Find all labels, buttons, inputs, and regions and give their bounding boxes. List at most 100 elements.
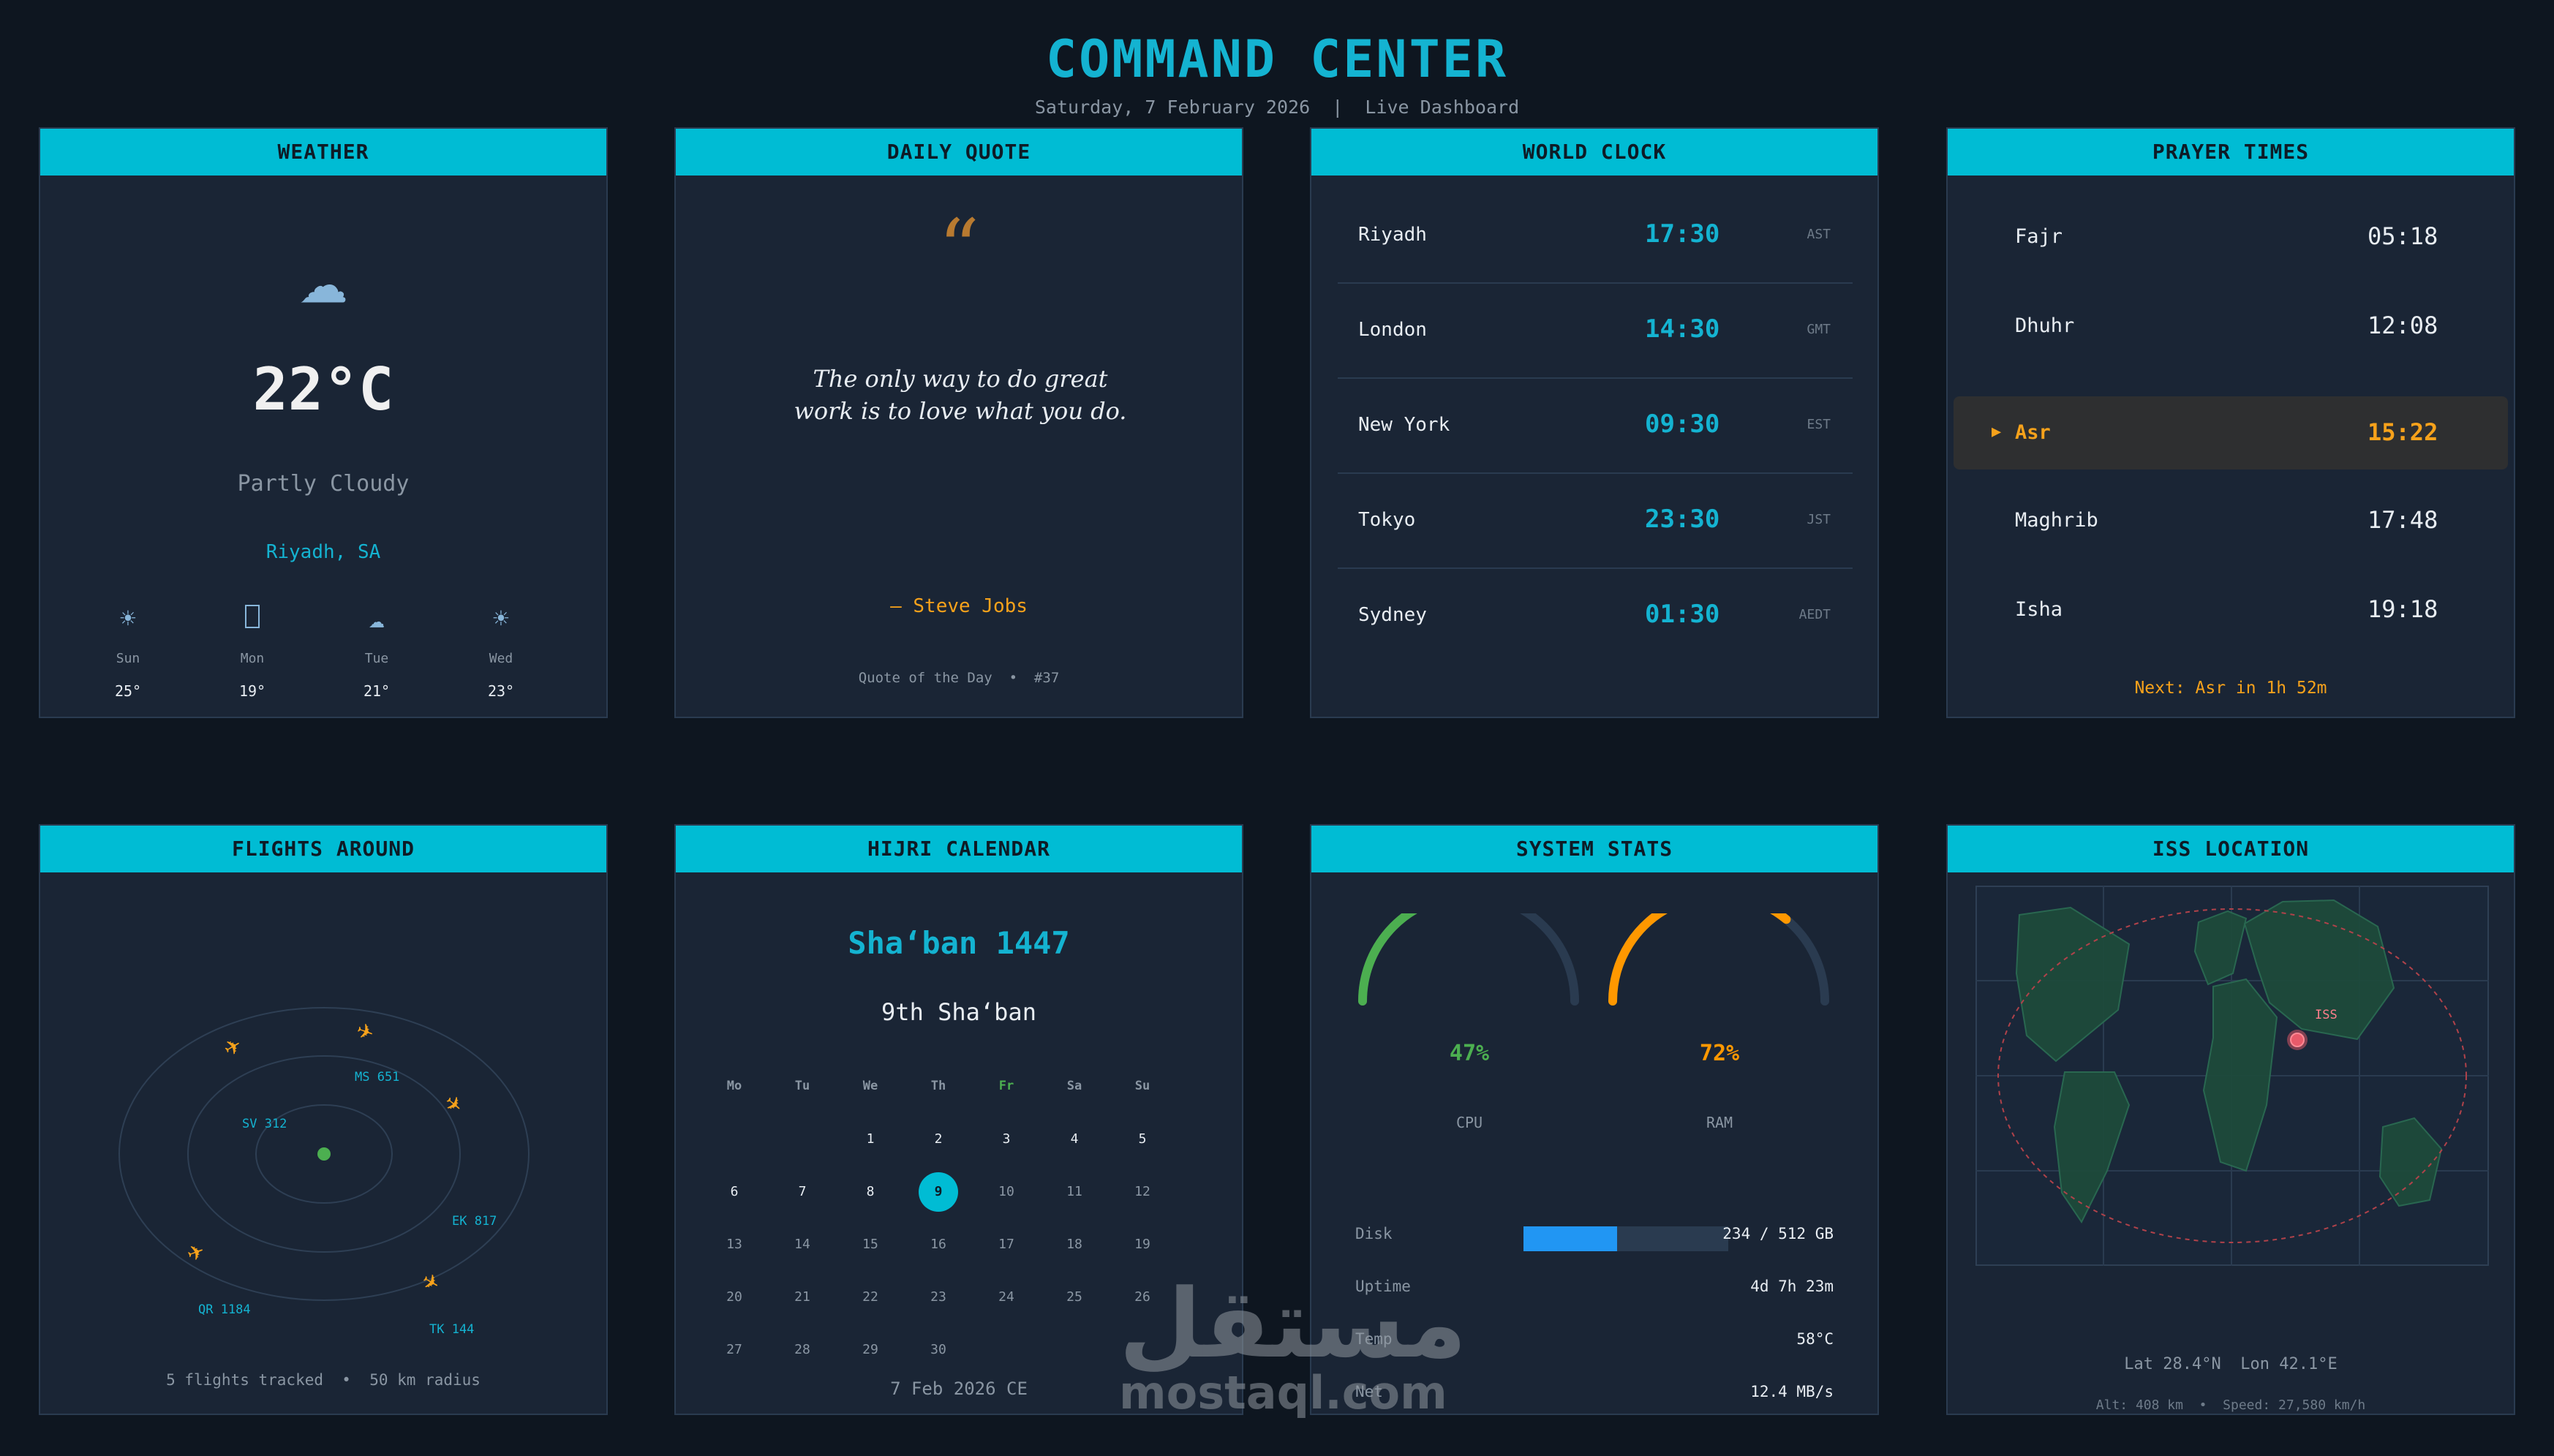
calendar-day[interactable]: 12: [1113, 1184, 1172, 1199]
calendar-day[interactable]: 13: [705, 1237, 764, 1252]
calendar-day[interactable]: 15: [841, 1237, 900, 1252]
ram-value: 72%: [1699, 1041, 1740, 1066]
calendar-weekday: Sa: [1066, 1079, 1082, 1093]
mostaql-watermark: مستقل mostaql.com: [1119, 1268, 1467, 1419]
calendar-day[interactable]: 19: [1113, 1237, 1172, 1252]
prayer-time: 15:22: [2367, 418, 2438, 446]
calendar-day[interactable]: 21: [773, 1289, 832, 1305]
calendar-weekday: Su: [1134, 1079, 1150, 1093]
calendar-day[interactable]: 6: [705, 1184, 764, 1199]
calendar-day[interactable]: 25: [1045, 1289, 1104, 1305]
clock-row: New York 09:30 EST: [1338, 379, 1853, 474]
world-clock-panel: WORLD CLOCK Riyadh 17:30 AST London 14:3…: [1310, 127, 1879, 718]
quote-author: — Steve Jobs: [890, 595, 1028, 617]
clock-city: London: [1358, 319, 1427, 341]
calendar-day[interactable]: 24: [977, 1289, 1036, 1305]
flights-footer: 5 flights tracked • 50 km radius: [166, 1371, 481, 1389]
unknown-glyph-icon: [216, 604, 289, 638]
prayer-row: Dhuhr 12:08: [1954, 290, 2508, 361]
calendar-weekday: We: [862, 1079, 878, 1093]
calendar-day[interactable]: 16: [909, 1237, 968, 1252]
plane-icon: ✈: [353, 1018, 377, 1046]
forecast-day-label: Mon: [240, 651, 265, 666]
iss-telemetry: Alt: 408 km • Speed: 27,580 km/h: [2095, 1397, 2366, 1413]
calendar-day[interactable]: 17: [977, 1237, 1036, 1252]
quote-heading: DAILY QUOTE: [676, 129, 1242, 176]
weather-condition: Partly Cloudy: [237, 471, 410, 497]
prayer-row: Isha 19:18: [1954, 573, 2508, 645]
calendar-day[interactable]: 20: [705, 1289, 764, 1305]
quote-footer: Quote of the Day • #37: [858, 670, 1060, 686]
cpu-value: 47%: [1449, 1041, 1490, 1066]
prayer-time: 17:48: [2367, 506, 2438, 534]
calendar-weekday: Th: [930, 1079, 946, 1093]
plane-icon: ✈: [219, 1033, 246, 1062]
prayer-row: Maghrib 17:48: [1954, 484, 2508, 556]
calendar-day-today[interactable]: 9: [909, 1184, 968, 1199]
calendar-day[interactable]: 5: [1113, 1131, 1172, 1147]
calendar-day[interactable]: 10: [977, 1184, 1036, 1199]
dashboard-header: COMMAND CENTER Saturday, 7 February 2026…: [0, 28, 2554, 118]
temp-value: 58°C: [1796, 1330, 1834, 1348]
calendar-weekday: Mo: [726, 1079, 742, 1093]
ram-gauge: [1608, 913, 1829, 1006]
weather-heading: WEATHER: [40, 129, 606, 176]
clock-timezone: JST: [1807, 512, 1831, 527]
iss-marker-label: ISS: [2315, 1008, 2338, 1022]
forecast-day: Mon 19°: [216, 604, 289, 700]
watermark-arabic: مستقل: [1119, 1268, 1467, 1379]
plane-icon: ✈: [418, 1267, 445, 1297]
calendar-day[interactable]: 14: [773, 1237, 832, 1252]
disk-usage-bar: [1523, 1226, 1728, 1251]
clock-city: Sydney: [1358, 604, 1427, 626]
calendar-day[interactable]: 30: [909, 1342, 968, 1357]
calendar-day[interactable]: 11: [1045, 1184, 1104, 1199]
prayer-name: Asr: [2015, 421, 2051, 444]
world-clock-heading: WORLD CLOCK: [1311, 129, 1877, 176]
iss-world-map: ISS: [1975, 886, 2489, 1266]
calendar-day[interactable]: 2: [909, 1131, 968, 1147]
forecast-day: ☀ Sun 25°: [91, 604, 165, 700]
prayer-name: Isha: [2015, 598, 2063, 621]
flight-label: MS 651: [355, 1070, 399, 1085]
calendar-day[interactable]: 27: [705, 1342, 764, 1357]
cloud-icon: ☁: [298, 228, 348, 322]
calendar-day[interactable]: 29: [841, 1342, 900, 1357]
ram-gauge-fill: [1608, 913, 1791, 1006]
calendar-day[interactable]: 8: [841, 1184, 900, 1199]
clock-city: New York: [1358, 414, 1450, 436]
weather-temperature: 22°C: [252, 355, 394, 423]
radar-center-dot: [317, 1147, 331, 1161]
calendar-day[interactable]: 7: [773, 1184, 832, 1199]
forecast-day: ☀ Wed 23°: [464, 604, 538, 700]
sun-icon: ☀: [120, 604, 136, 634]
flights-heading: FLIGHTS AROUND: [40, 826, 606, 872]
calendar-day[interactable]: 1: [841, 1131, 900, 1147]
calendar-day[interactable]: 28: [773, 1342, 832, 1357]
uptime-value: 4d 7h 23m: [1750, 1278, 1834, 1295]
plane-icon: ✈: [440, 1090, 468, 1119]
prayer-row: Fajr 05:18: [1954, 200, 2508, 272]
calendar-day[interactable]: 4: [1045, 1131, 1104, 1147]
ram-label: RAM: [1706, 1114, 1733, 1131]
net-value: 12.4 MB/s: [1750, 1383, 1834, 1400]
calendar-day[interactable]: 22: [841, 1289, 900, 1305]
prayer-times-panel: PRAYER TIMES Fajr 05:18 Dhuhr 12:08 ▶ As…: [1946, 127, 2515, 718]
clock-time: 23:30: [1645, 505, 1720, 534]
calendar-day[interactable]: 18: [1045, 1237, 1104, 1252]
clock-timezone: EST: [1807, 417, 1831, 432]
clock-row: Riyadh 17:30 AST: [1338, 189, 1853, 284]
weather-panel: WEATHER ☁ 22°C Partly Cloudy Riyadh, SA …: [39, 127, 608, 718]
forecast-day-temp: 25°: [114, 682, 142, 700]
clock-timezone: AST: [1807, 227, 1831, 242]
clock-city: Tokyo: [1358, 509, 1416, 531]
calendar-day[interactable]: 3: [977, 1131, 1036, 1147]
disk-label: Disk: [1355, 1225, 1393, 1242]
calendar-day[interactable]: 23: [909, 1289, 968, 1305]
prayer-name: Dhuhr: [2015, 314, 2075, 337]
forecast-day-temp: 21°: [363, 682, 391, 700]
page-title: COMMAND CENTER: [1045, 29, 1508, 89]
quote-mark-icon: “: [938, 202, 980, 295]
prayer-time: 05:18: [2367, 222, 2438, 250]
clock-time: 09:30: [1645, 410, 1720, 439]
